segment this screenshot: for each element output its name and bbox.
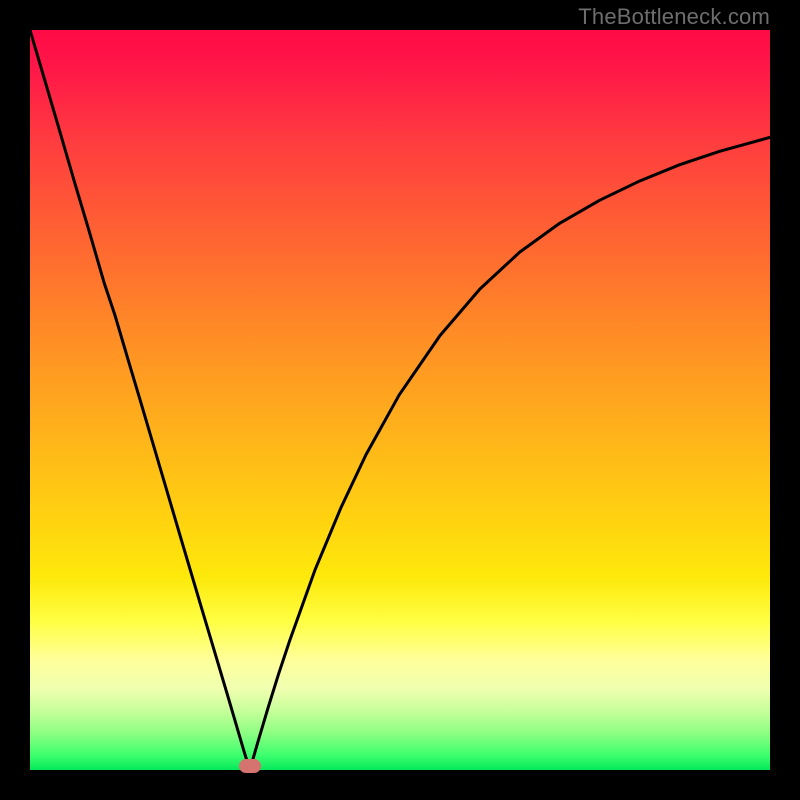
watermark-text: TheBottleneck.com [578,4,770,30]
minimum-marker [239,759,261,773]
chart-frame: TheBottleneck.com [0,0,800,800]
plot-area [30,30,770,770]
bottleneck-curve [30,30,770,770]
curve-path [30,30,770,770]
